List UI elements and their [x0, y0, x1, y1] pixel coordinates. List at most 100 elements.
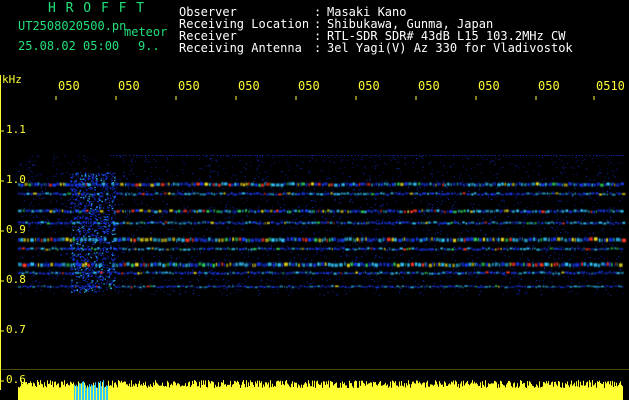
noise-dot	[607, 219, 609, 221]
noise-dot	[60, 173, 62, 175]
noise-dot	[179, 290, 181, 291]
noise-dot	[278, 277, 280, 279]
noise-dot	[160, 253, 162, 254]
band-segment	[325, 247, 329, 250]
band-segment	[427, 192, 430, 195]
noise-dot	[558, 200, 560, 202]
noise-dot	[241, 283, 243, 284]
band-segment	[280, 271, 282, 274]
noise-dot	[210, 231, 212, 233]
band-segment	[315, 272, 320, 275]
noise-dot	[575, 198, 577, 200]
noise-dot	[415, 228, 417, 230]
noise-dot	[167, 186, 169, 187]
burst-dot	[96, 177, 98, 180]
band-segment	[261, 272, 265, 274]
burst-dot	[97, 214, 100, 216]
band-segment	[558, 248, 562, 251]
noise-dot	[168, 255, 170, 257]
band-segment	[538, 210, 542, 213]
band-segment	[374, 263, 379, 267]
band-segment	[71, 193, 74, 196]
burst-dot	[111, 282, 113, 284]
band-segment	[548, 262, 550, 267]
noise-dot	[391, 277, 393, 279]
band-segment	[383, 237, 386, 242]
band-segment	[555, 247, 559, 250]
noise-dot	[218, 226, 220, 228]
burst-dot	[87, 290, 90, 292]
burst-dot	[73, 259, 75, 261]
noise-dot	[99, 169, 102, 171]
noise-dot	[83, 226, 86, 228]
noise-dot	[564, 226, 566, 228]
noise-dot	[511, 268, 513, 270]
burst-dot	[99, 227, 101, 230]
noise-dot	[35, 175, 38, 177]
noise-dot	[611, 170, 613, 172]
band-segment	[240, 182, 243, 186]
burst-dot	[81, 269, 83, 271]
noise-dot	[427, 225, 429, 227]
burst-dot	[109, 224, 111, 226]
band-segment	[532, 193, 536, 196]
noise-dot	[374, 197, 376, 199]
band-segment	[31, 210, 35, 213]
noise-dot	[374, 177, 376, 179]
noise-dot	[559, 224, 561, 226]
noise-dot	[314, 218, 316, 220]
noise-dot	[126, 178, 128, 180]
band-segment	[430, 221, 432, 224]
noise-dot	[270, 187, 272, 189]
band-segment	[76, 221, 81, 224]
noise-dot	[580, 207, 582, 209]
noise-dot	[545, 252, 547, 254]
noise-dot	[573, 267, 575, 269]
noise-dot	[556, 200, 558, 202]
band-segment	[417, 182, 421, 186]
band-segment	[158, 248, 162, 251]
band-segment	[244, 209, 248, 212]
noise-dot	[585, 236, 587, 238]
noise-dot	[554, 229, 556, 231]
band-segment	[471, 193, 474, 196]
band-segment	[273, 248, 276, 251]
burst-dot	[80, 251, 83, 253]
burst-dot	[85, 216, 87, 218]
band-segment	[85, 192, 89, 195]
band-segment	[366, 192, 369, 195]
burst-dot	[91, 215, 93, 217]
noise-dot	[427, 205, 429, 207]
noise-dot	[145, 225, 147, 227]
noise-dot	[215, 185, 217, 187]
band-segment	[476, 193, 481, 196]
noise-dot	[380, 158, 382, 160]
noise-dot	[374, 167, 376, 169]
band-segment	[194, 238, 198, 242]
noise-dot	[187, 253, 189, 255]
band-segment	[387, 221, 391, 224]
noise-dot	[369, 160, 371, 162]
band-segment	[375, 237, 378, 242]
noise-dot	[62, 279, 65, 281]
noise-dot	[483, 254, 485, 256]
band-segment	[248, 182, 250, 186]
noise-dot	[198, 295, 200, 296]
noise-dot	[375, 198, 377, 200]
burst-dot	[107, 223, 110, 225]
burst-dot	[81, 175, 83, 177]
burst-dot	[74, 242, 76, 244]
noise-dot	[161, 216, 164, 218]
noise-dot	[440, 233, 442, 235]
band-segment	[152, 271, 155, 274]
band-segment	[361, 237, 364, 242]
band-segment	[130, 271, 133, 274]
band-segment	[404, 192, 409, 195]
band-segment	[615, 209, 618, 213]
band-segment	[189, 209, 191, 213]
burst-dot	[83, 235, 85, 237]
band-segment	[128, 193, 131, 196]
noise-dot	[41, 173, 43, 175]
noise-dot	[396, 168, 398, 170]
noise-dot	[472, 230, 474, 232]
